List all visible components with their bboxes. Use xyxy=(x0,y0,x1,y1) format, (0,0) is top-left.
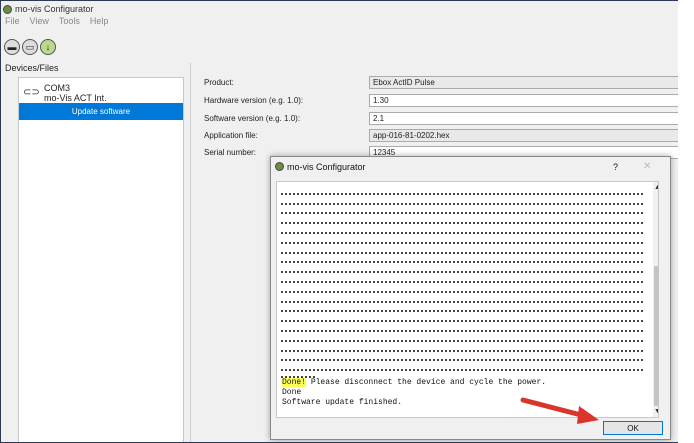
dot-line xyxy=(281,335,643,342)
menu-view[interactable]: View xyxy=(30,16,49,26)
dot-line xyxy=(281,355,643,362)
dot-line xyxy=(281,345,643,352)
device-row[interactable]: ⊂⊃ COM3 mo-Vis ACT Int. xyxy=(19,82,183,104)
log-scrollbar-thumb[interactable] xyxy=(654,266,658,406)
dot-line xyxy=(281,257,643,264)
dot-line xyxy=(281,306,643,313)
log-line-1-text: Please disconnect the device and cycle t… xyxy=(306,378,547,387)
log-line-1: Done! Please disconnect the device and c… xyxy=(282,378,546,387)
device-name: mo-Vis ACT Int. xyxy=(44,93,107,103)
hardware-version-label: Hardware version (e.g. 1.0): xyxy=(204,96,304,105)
window-title: mo-vis Configurator xyxy=(15,4,94,14)
title-bar: mo-vis Configurator xyxy=(3,3,94,15)
devices-pane-title: Devices/Files xyxy=(5,63,59,73)
pane-splitter[interactable] xyxy=(190,63,191,442)
dot-line xyxy=(281,296,643,303)
menu-help[interactable]: Help xyxy=(90,16,109,26)
save-icon[interactable]: ▭ xyxy=(22,39,38,55)
scroll-down-icon[interactable]: ▼ xyxy=(654,408,658,415)
product-label: Product: xyxy=(204,78,234,87)
log-output[interactable]: Done! Please disconnect the device and c… xyxy=(276,181,659,418)
torn-edge xyxy=(678,0,694,443)
device-port: COM3 xyxy=(44,83,71,93)
menu-bar: File View Tools Help xyxy=(5,16,108,26)
dot-line xyxy=(281,188,643,195)
connection-icon: ⊂⊃ xyxy=(23,87,40,98)
done-highlight: Done! xyxy=(282,378,307,387)
dot-line xyxy=(281,266,643,274)
application-file-label: Application file: xyxy=(204,131,258,140)
tree-item-update-software[interactable]: Update software xyxy=(19,103,183,120)
dot-line xyxy=(281,364,643,372)
dot-line xyxy=(281,217,643,225)
dot-line xyxy=(281,286,643,293)
ok-button[interactable]: OK xyxy=(603,421,663,435)
help-button[interactable]: ? xyxy=(613,162,618,172)
log-line-2: Done xyxy=(282,388,302,397)
toolbar: ▬ ▭ ↓ xyxy=(4,39,56,55)
application-file-field: app-016-81-0202.hex xyxy=(369,129,689,142)
devices-tree: ⊂⊃ COM3 mo-Vis ACT Int. Update software xyxy=(18,77,184,442)
serial-number-label: Serial number: xyxy=(204,148,257,157)
dot-line xyxy=(281,247,643,254)
scroll-up-icon[interactable]: ▲ xyxy=(654,184,658,191)
hardware-version-field[interactable]: 1.30 xyxy=(369,94,689,107)
software-version-label: Software version (e.g. 1.0): xyxy=(204,114,301,123)
dot-line xyxy=(281,208,643,215)
red-arrow-annotation xyxy=(520,397,599,424)
close-button[interactable]: ✕ xyxy=(643,161,651,172)
app-window: mo-vis Configurator File View Tools Help… xyxy=(0,0,690,443)
log-line-3: Software update finished. xyxy=(282,398,403,407)
app-logo-icon xyxy=(3,4,12,14)
download-icon[interactable]: ↓ xyxy=(40,39,56,55)
menu-file[interactable]: File xyxy=(5,16,20,26)
dot-line xyxy=(281,325,643,332)
software-version-field[interactable]: 2.1 xyxy=(369,112,689,125)
dialog-title: mo-vis Configurator xyxy=(287,162,366,172)
dialog-logo-icon xyxy=(275,162,284,171)
update-dialog: mo-vis Configurator ? ✕ Done! Please dis… xyxy=(270,156,671,440)
progress-dots xyxy=(281,188,643,374)
dot-line xyxy=(281,237,643,244)
dot-line xyxy=(281,276,643,283)
dot-line xyxy=(281,315,643,323)
product-field: Ebox ActID Pulse xyxy=(369,76,689,89)
menu-tools[interactable]: Tools xyxy=(59,16,80,26)
open-icon[interactable]: ▬ xyxy=(4,39,20,55)
dot-line xyxy=(281,198,643,205)
dot-line xyxy=(281,227,643,234)
